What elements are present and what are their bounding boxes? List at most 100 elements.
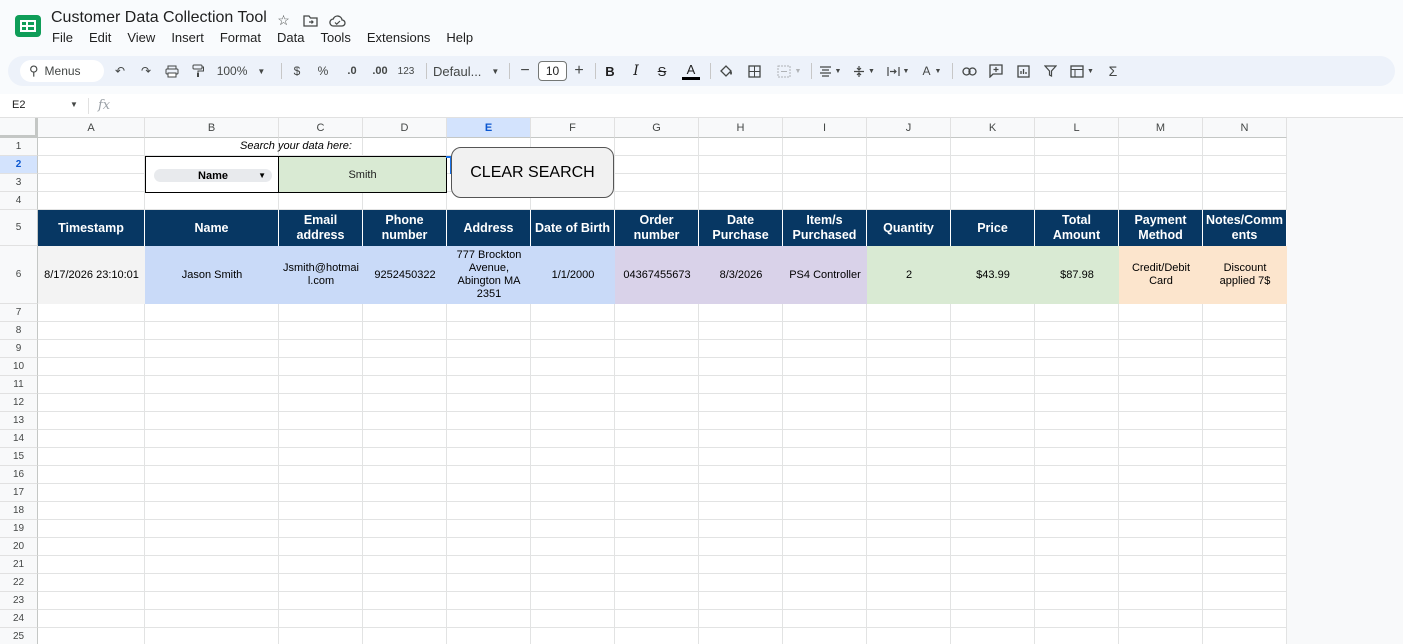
column-header-l[interactable]: L xyxy=(1035,118,1119,138)
table-data-cell[interactable]: Discount applied 7$ xyxy=(1203,246,1287,304)
strikethrough-icon[interactable]: S xyxy=(652,56,672,86)
table-header-cell[interactable]: Item/s Purchased xyxy=(783,210,867,246)
column-header-b[interactable]: B xyxy=(145,118,279,138)
row-header-8[interactable]: 8 xyxy=(0,322,38,340)
row-header-4[interactable]: 4 xyxy=(0,192,38,210)
table-data-cell[interactable]: $87.98 xyxy=(1035,246,1119,304)
table-header-cell[interactable]: Payment Method xyxy=(1119,210,1203,246)
table-header-cell[interactable]: Quantity xyxy=(867,210,951,246)
menu-data[interactable]: Data xyxy=(269,30,312,46)
row-header-19[interactable]: 19 xyxy=(0,520,38,538)
insert-chart-icon[interactable] xyxy=(1012,56,1034,86)
search-field-dropdown[interactable]: Name ▼ xyxy=(154,169,272,182)
row-header-9[interactable]: 9 xyxy=(0,340,38,358)
row-header-10[interactable]: 10 xyxy=(0,358,38,376)
menu-view[interactable]: View xyxy=(119,30,163,46)
table-data-cell[interactable]: 9252450322 xyxy=(363,246,447,304)
column-header-c[interactable]: C xyxy=(279,118,363,138)
table-header-cell[interactable]: Phone number xyxy=(363,210,447,246)
menu-help[interactable]: Help xyxy=(438,30,481,46)
text-color-icon[interactable]: A xyxy=(680,56,702,86)
table-header-cell[interactable]: Date Purchase xyxy=(699,210,783,246)
column-header-k[interactable]: K xyxy=(951,118,1035,138)
row-header-22[interactable]: 22 xyxy=(0,574,38,592)
bold-icon[interactable]: B xyxy=(600,56,620,86)
table-header-cell[interactable]: Date of Birth xyxy=(531,210,615,246)
row-header-1[interactable]: 1 xyxy=(0,138,38,156)
row-header-2[interactable]: 2 xyxy=(0,156,38,174)
menu-insert[interactable]: Insert xyxy=(163,30,212,46)
row-header-23[interactable]: 23 xyxy=(0,592,38,610)
currency-format-button[interactable]: $ xyxy=(288,56,306,86)
vertical-align-icon[interactable]: ▼ xyxy=(850,56,878,86)
menu-format[interactable]: Format xyxy=(212,30,269,46)
column-header-j[interactable]: J xyxy=(867,118,951,138)
menu-edit[interactable]: Edit xyxy=(81,30,119,46)
percent-format-button[interactable]: % xyxy=(314,56,332,86)
row-header-16[interactable]: 16 xyxy=(0,466,38,484)
table-header-cell[interactable]: Timestamp xyxy=(38,210,145,246)
row-header-15[interactable]: 15 xyxy=(0,448,38,466)
column-header-d[interactable]: D xyxy=(363,118,447,138)
clear-search-button[interactable]: CLEAR SEARCH xyxy=(451,147,614,198)
decrease-decimal-button[interactable]: .0 xyxy=(340,56,364,86)
table-data-cell[interactable]: Jason Smith xyxy=(145,246,279,304)
table-data-cell[interactable]: 8/3/2026 xyxy=(699,246,783,304)
row-header-24[interactable]: 24 xyxy=(0,610,38,628)
table-header-cell[interactable]: Email address xyxy=(279,210,363,246)
star-icon[interactable]: ☆ xyxy=(274,11,293,30)
redo-icon[interactable]: ↷ xyxy=(136,56,156,86)
row-header-7[interactable]: 7 xyxy=(0,304,38,322)
row-header-21[interactable]: 21 xyxy=(0,556,38,574)
row-header-6[interactable]: 6 xyxy=(0,246,38,304)
decrease-font-size-icon[interactable]: − xyxy=(516,56,534,86)
row-header-14[interactable]: 14 xyxy=(0,430,38,448)
insert-link-icon[interactable] xyxy=(958,56,980,86)
table-header-cell[interactable]: Order number xyxy=(615,210,699,246)
table-header-cell[interactable]: Total Amount xyxy=(1035,210,1119,246)
document-title[interactable]: Customer Data Collection Tool xyxy=(51,9,267,27)
column-header-e[interactable]: E xyxy=(447,118,531,138)
move-folder-icon[interactable] xyxy=(301,11,320,30)
column-header-g[interactable]: G xyxy=(615,118,699,138)
row-header-17[interactable]: 17 xyxy=(0,484,38,502)
filter-icon[interactable] xyxy=(1039,56,1061,86)
table-data-cell[interactable]: 1/1/2000 xyxy=(531,246,615,304)
table-header-cell[interactable]: Notes/Comm ents xyxy=(1203,210,1287,246)
search-field-cell[interactable]: Name ▼ xyxy=(145,156,279,193)
chevron-down-icon[interactable]: ▼ xyxy=(70,100,78,109)
menu-extensions[interactable]: Extensions xyxy=(359,30,439,46)
table-data-cell[interactable]: 04367455673 xyxy=(615,246,699,304)
select-all-corner[interactable] xyxy=(0,118,38,138)
column-header-m[interactable]: M xyxy=(1119,118,1203,138)
sheets-logo-icon[interactable] xyxy=(14,14,42,38)
menu-file[interactable]: File xyxy=(44,30,81,46)
functions-icon[interactable]: Σ xyxy=(1103,56,1123,86)
text-rotation-icon[interactable]: A ▼ xyxy=(918,56,946,86)
column-header-f[interactable]: F xyxy=(531,118,615,138)
table-data-cell[interactable]: 2 xyxy=(867,246,951,304)
name-box[interactable]: E2 xyxy=(12,99,25,111)
table-data-cell[interactable]: PS4 Controller xyxy=(783,246,867,304)
table-header-cell[interactable]: Address xyxy=(447,210,531,246)
more-formats-button[interactable]: 123 xyxy=(394,56,418,86)
table-header-cell[interactable]: Name xyxy=(145,210,279,246)
row-header-11[interactable]: 11 xyxy=(0,376,38,394)
menu-tools[interactable]: Tools xyxy=(312,30,358,46)
row-header-18[interactable]: 18 xyxy=(0,502,38,520)
text-wrapping-icon[interactable]: ▼ xyxy=(884,56,912,86)
row-header-25[interactable]: 25 xyxy=(0,628,38,644)
column-header-h[interactable]: H xyxy=(699,118,783,138)
search-value-cell[interactable]: Smith xyxy=(279,156,447,193)
row-header-12[interactable]: 12 xyxy=(0,394,38,412)
increase-font-size-icon[interactable]: + xyxy=(570,56,588,86)
paint-format-icon[interactable] xyxy=(188,56,208,86)
zoom-select[interactable]: 100% ▼ xyxy=(216,56,266,86)
fill-color-icon[interactable] xyxy=(715,56,737,86)
table-data-cell[interactable]: $43.99 xyxy=(951,246,1035,304)
font-select[interactable]: Defaul... ▼ xyxy=(433,56,503,86)
table-data-cell[interactable]: Jsmith@hotmai l.com xyxy=(279,246,363,304)
row-header-5[interactable]: 5 xyxy=(0,210,38,246)
table-header-cell[interactable]: Price xyxy=(951,210,1035,246)
column-header-n[interactable]: N xyxy=(1203,118,1287,138)
